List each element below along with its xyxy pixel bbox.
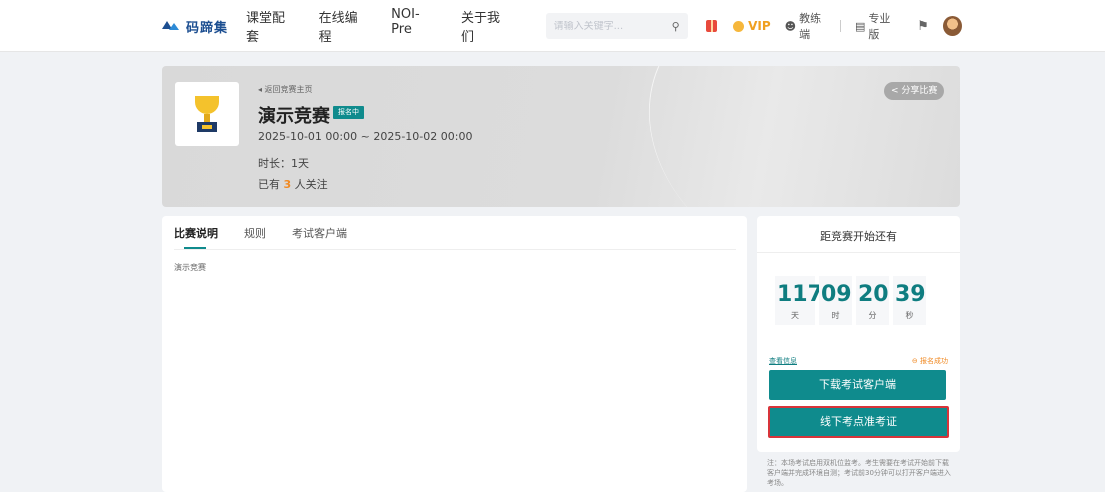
- share-icon: <: [891, 86, 899, 96]
- followers-prefix: 已有: [258, 178, 280, 191]
- header-inner: 码蹄集 课堂配套 在线编程 NOI-Pre 关于我们 ⚲ VIP ☻ 教练端 ▤…: [162, 0, 962, 52]
- logo-icon: [162, 21, 182, 31]
- contest-banner: ◂ 返回竞赛主页 演示竞赛 报名中 2025-10-01 00:00 ~ 202…: [162, 66, 960, 207]
- vip-link[interactable]: VIP: [733, 19, 771, 33]
- exam-note: 注：本场考试启用双机位监考。考生需要在考试开始前下载客户端并完成环境自测；考试前…: [767, 459, 951, 487]
- nav-item-online-coding[interactable]: 在线编程: [319, 7, 368, 45]
- pro-link[interactable]: ▤ 专业版: [855, 10, 899, 42]
- user-icon: ☻: [784, 19, 797, 33]
- nav-item-classroom[interactable]: 课堂配套: [246, 7, 295, 45]
- offline-ticket-button[interactable]: 线下考点准考证: [768, 406, 949, 438]
- back-to-contests-link[interactable]: ◂ 返回竞赛主页: [258, 84, 313, 95]
- hours-label: 时: [831, 311, 840, 320]
- logo-text: 码蹄集: [186, 20, 229, 36]
- pro-icon: ▤: [854, 19, 866, 33]
- followers-number: 3: [283, 178, 292, 191]
- tab-rules[interactable]: 规则: [244, 225, 266, 249]
- check-circle-icon: ⊖: [911, 357, 918, 365]
- status-badge: 报名中: [333, 106, 364, 119]
- contest-detail-panel: 比赛说明 规则 考试客户端 演示竞赛: [162, 216, 747, 492]
- countdown-seconds: 39 秒: [893, 276, 926, 325]
- search-input[interactable]: [553, 20, 664, 32]
- pro-label: 专业版: [868, 12, 891, 41]
- hours-value: 09: [821, 282, 852, 307]
- tab-description[interactable]: 比赛说明: [174, 225, 218, 249]
- seconds-label: 秒: [905, 311, 914, 320]
- top-header: 码蹄集 课堂配套 在线编程 NOI-Pre 关于我们 ⚲ VIP ☻ 教练端 ▤…: [0, 0, 1105, 52]
- contest-description: 演示竞赛: [174, 263, 206, 272]
- countdown-days: 117 天: [775, 276, 823, 325]
- registration-info-row: 查看信息 ⊖ 报名成功: [769, 356, 948, 366]
- registration-status: ⊖ 报名成功: [912, 356, 948, 366]
- registration-status-label: 报名成功: [920, 357, 948, 365]
- days-value: 117: [777, 282, 823, 307]
- tab-exam-client[interactable]: 考试客户端: [292, 225, 347, 249]
- bell-icon[interactable]: ⚑: [917, 19, 929, 34]
- page-title: 演示竞赛: [258, 106, 330, 127]
- view-info-link[interactable]: 查看信息: [769, 356, 797, 366]
- vip-label: VIP: [748, 19, 771, 33]
- seconds-value: 39: [895, 282, 926, 307]
- days-label: 天: [791, 311, 799, 320]
- search-icon[interactable]: ⚲: [672, 20, 680, 33]
- detail-tabs: 比赛说明 规则 考试客户端: [174, 216, 736, 250]
- search-box: ⚲: [545, 13, 688, 39]
- divider: [757, 252, 960, 253]
- download-client-button[interactable]: 下载考试客户端: [769, 370, 946, 400]
- coach-label: 教练端: [799, 12, 822, 41]
- avatar[interactable]: [942, 16, 962, 36]
- trophy-icon: [189, 94, 225, 134]
- contest-cover: [175, 82, 239, 146]
- followers-suffix: 人关注: [294, 178, 328, 191]
- divider: [839, 20, 841, 32]
- site-logo[interactable]: 码蹄集: [162, 17, 246, 36]
- coach-link[interactable]: ☻ 教练端: [785, 10, 830, 42]
- main-nav: 课堂配套 在线编程 NOI-Pre 关于我们: [246, 7, 534, 45]
- nav-item-noi-pre[interactable]: NOI-Pre: [391, 7, 437, 45]
- contest-date-range: 2025-10-01 00:00 ~ 2025-10-02 00:00: [258, 130, 473, 143]
- share-label: 分享比赛: [901, 86, 938, 96]
- share-contest-button[interactable]: < 分享比赛: [884, 82, 945, 100]
- countdown-minutes: 20 分: [856, 276, 889, 325]
- nav-item-about[interactable]: 关于我们: [461, 7, 510, 45]
- countdown-timer: 117 天 09 时 20 分 39 秒: [775, 276, 926, 325]
- countdown-hours: 09 时: [819, 276, 852, 325]
- countdown-title: 距竞赛开始还有: [820, 230, 897, 243]
- minutes-value: 20: [858, 282, 889, 307]
- vip-coin-icon: [733, 20, 745, 32]
- contest-duration: 时长：1天: [258, 157, 309, 170]
- followers-count: 已有 3 人关注: [258, 176, 328, 192]
- countdown-panel: 距竞赛开始还有 117 天 09 时 20 分 39 秒 查看信息 ⊖ 报名成功…: [757, 216, 960, 452]
- gift-icon[interactable]: [705, 20, 718, 32]
- minutes-label: 分: [868, 311, 877, 320]
